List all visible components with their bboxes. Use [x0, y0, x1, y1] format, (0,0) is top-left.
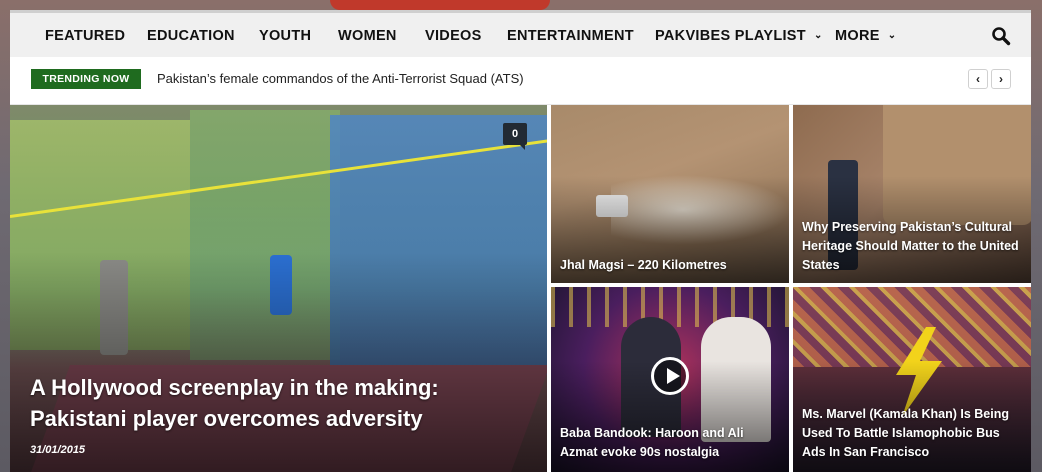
play-icon[interactable]: [651, 357, 689, 395]
search-icon[interactable]: [991, 26, 1011, 46]
nav-item-label: YOUTH: [259, 28, 312, 44]
nav-item-label: EDUCATION: [147, 28, 235, 44]
chevron-down-icon: ⌄: [887, 30, 897, 41]
trending-headline[interactable]: Pakistan’s female commandos of the Anti-…: [157, 71, 524, 86]
story-title[interactable]: Baba Bandook: Haroon and Ali Azmat evoke…: [560, 424, 781, 462]
story-tile[interactable]: Ms. Marvel (Kamala Khan) Is Being Used T…: [793, 287, 1031, 472]
main-story-date: 31/01/2015: [30, 444, 86, 456]
story-tile[interactable]: Jhal Magsi – 220 Kilometres: [551, 105, 789, 283]
background-decoration: [330, 0, 550, 10]
main-story-title[interactable]: A Hollywood screenplay in the making: Pa…: [30, 372, 507, 434]
nav-item-label: MORE: [835, 28, 880, 44]
main-story-tile[interactable]: 0 A Hollywood screenplay in the making: …: [10, 105, 547, 472]
nav-item-label: ENTERTAINMENT: [507, 28, 634, 44]
video-tile[interactable]: Baba Bandook: Haroon and Ali Azmat evoke…: [551, 287, 789, 472]
nav-item-more[interactable]: MORE ⌄: [835, 28, 896, 44]
chevron-down-icon: ⌄: [813, 30, 823, 41]
nav-item-pakvibes-playlist[interactable]: PAKVIBES PLAYLIST ⌄: [655, 28, 823, 44]
nav-item-education[interactable]: EDUCATION: [147, 28, 235, 44]
story-tile[interactable]: Why Preserving Pakistan’s Cultural Herit…: [793, 105, 1031, 283]
nav-item-label: PAKVIBES PLAYLIST: [655, 28, 806, 44]
nav-item-label: WOMEN: [338, 28, 397, 44]
chevron-left-icon[interactable]: ‹: [968, 69, 988, 89]
trending-badge: TRENDING NOW: [31, 69, 141, 89]
chevron-right-icon[interactable]: ›: [991, 69, 1011, 89]
comment-count-badge[interactable]: 0: [503, 123, 527, 150]
trending-bar: TRENDING NOW Pakistan’s female commandos…: [10, 57, 1031, 105]
image-overlay: [10, 251, 547, 472]
page-container: FEATURED EDUCATION YOUTH WOMEN VIDEOS EN…: [10, 10, 1031, 472]
nav-item-women[interactable]: WOMEN: [338, 28, 397, 44]
nav-item-featured[interactable]: FEATURED: [45, 28, 125, 44]
nav-item-label: FEATURED: [45, 28, 126, 44]
story-title[interactable]: Why Preserving Pakistan’s Cultural Herit…: [802, 218, 1023, 275]
story-title[interactable]: Jhal Magsi – 220 Kilometres: [560, 256, 781, 275]
nav-item-label: VIDEOS: [425, 28, 482, 44]
story-title[interactable]: Ms. Marvel (Kamala Khan) Is Being Used T…: [802, 405, 1023, 462]
nav-item-entertainment[interactable]: ENTERTAINMENT: [507, 28, 634, 44]
nav-item-videos[interactable]: VIDEOS: [425, 28, 482, 44]
nav-item-youth[interactable]: YOUTH: [259, 28, 311, 44]
main-navigation: FEATURED EDUCATION YOUTH WOMEN VIDEOS EN…: [10, 10, 1031, 57]
